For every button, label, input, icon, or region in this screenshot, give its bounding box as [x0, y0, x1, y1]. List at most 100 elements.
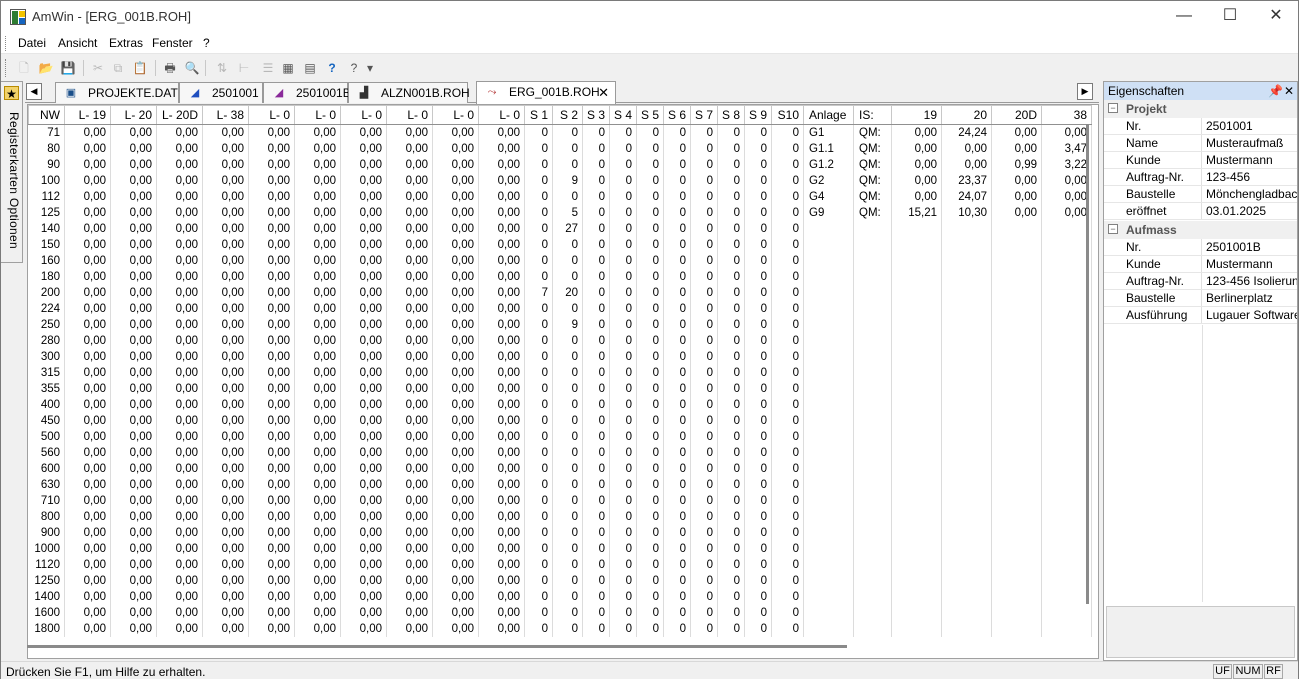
tree-icon[interactable]: ⊢: [235, 59, 253, 77]
table-row[interactable]: 224 0,00 0,00 0,00 0,00 0,00 0,00 0,00 0,00 0,00 0…: [28, 301, 1092, 317]
column-header[interactable]: 19: [891, 105, 942, 125]
vertical-scrollbar[interactable]: [1086, 124, 1089, 604]
table-row[interactable]: 80 0,00 0,00 0,00 0,00 0,00 0,00 0,00 0,00 0,00 0,…: [28, 141, 1092, 157]
table-row[interactable]: 180 0,00 0,00 0,00 0,00 0,00 0,00 0,00 0,00 0,00 0…: [28, 269, 1092, 285]
table-row[interactable]: 1250 0,00 0,00 0,00 0,00 0,00 0,00 0,00 0,00 0,00…: [28, 573, 1092, 589]
table-row[interactable]: 600 0,00 0,00 0,00 0,00 0,00 0,00 0,00 0,00 0,00 0…: [28, 461, 1092, 477]
property-row[interactable]: Baustelle Berlinerplatz: [1104, 290, 1297, 307]
folder-star-icon[interactable]: ★: [4, 86, 19, 101]
section-aufmass[interactable]: − Aufmass: [1104, 221, 1297, 239]
property-row[interactable]: Ausführung Lugauer Software: [1104, 307, 1297, 324]
column-header[interactable]: Anlage: [803, 105, 854, 125]
copy-icon[interactable]: ⧉: [109, 59, 127, 77]
section-projekt[interactable]: − Projekt: [1104, 100, 1297, 118]
close-tab-button[interactable]: ✕: [598, 83, 609, 102]
cut-icon[interactable]: ✂: [89, 59, 107, 77]
dropdown-arrow-icon[interactable]: ▾: [365, 59, 375, 77]
column-header[interactable]: L- 20D: [156, 105, 203, 125]
table-row[interactable]: 800 0,00 0,00 0,00 0,00 0,00 0,00 0,00 0,00 0,00 0…: [28, 509, 1092, 525]
grid-view-icon[interactable]: ▤: [301, 59, 319, 77]
column-header[interactable]: 38: [1041, 105, 1092, 125]
table-row[interactable]: 90 0,00 0,00 0,00 0,00 0,00 0,00 0,00 0,00 0,00 0,…: [28, 157, 1092, 173]
tab-2501001[interactable]: ◢ 2501001: [179, 82, 263, 103]
help-icon[interactable]: ?: [323, 59, 341, 77]
column-header[interactable]: L- 0: [386, 105, 433, 125]
table-row[interactable]: 71 0,00 0,00 0,00 0,00 0,00 0,00 0,00 0,00 0,00 0,…: [28, 124, 1092, 141]
list-icon[interactable]: ☰: [259, 59, 277, 77]
column-header[interactable]: L- 19: [64, 105, 111, 125]
paste-icon[interactable]: 📋: [131, 59, 149, 77]
property-row[interactable]: eröffnet 03.01.2025: [1104, 203, 1297, 220]
column-header[interactable]: L- 20: [110, 105, 157, 125]
new-file-icon[interactable]: 🗋: [15, 59, 33, 77]
column-header[interactable]: L- 0: [340, 105, 387, 125]
table-row[interactable]: 112 0,00 0,00 0,00 0,00 0,00 0,00 0,00 0,00 0,00 0…: [28, 189, 1092, 205]
column-header[interactable]: L- 0: [294, 105, 341, 125]
tab-alzn001b-roh[interactable]: ▟ ALZN001B.ROH: [348, 82, 470, 103]
table-row[interactable]: 1600 0,00 0,00 0,00 0,00 0,00 0,00 0,00 0,00 0,00…: [28, 605, 1092, 621]
table-row[interactable]: 400 0,00 0,00 0,00 0,00 0,00 0,00 0,00 0,00 0,00 0…: [28, 397, 1092, 413]
table-row[interactable]: 300 0,00 0,00 0,00 0,00 0,00 0,00 0,00 0,00 0,00 0…: [28, 349, 1092, 365]
column-header[interactable]: S 6: [663, 105, 691, 125]
title-bar[interactable]: AmWin - [ERG_001B.ROH] — ☐ ✕: [1, 1, 1298, 33]
column-header[interactable]: 20: [941, 105, 992, 125]
table-row[interactable]: 150 0,00 0,00 0,00 0,00 0,00 0,00 0,00 0,00 0,00 0…: [28, 237, 1092, 253]
property-row[interactable]: Baustelle Mönchengladbach: [1104, 186, 1297, 203]
table-icon[interactable]: ▦: [279, 59, 297, 77]
property-row[interactable]: Auftrag-Nr. 123-456: [1104, 169, 1297, 186]
table-row[interactable]: 560 0,00 0,00 0,00 0,00 0,00 0,00 0,00 0,00 0,00 0…: [28, 445, 1092, 461]
property-row[interactable]: Nr. 2501001B: [1104, 239, 1297, 256]
tab-2501001b[interactable]: ◢ 2501001B: [263, 82, 351, 103]
property-row[interactable]: Kunde Mustermann: [1104, 256, 1297, 273]
table-row[interactable]: 1800 0,00 0,00 0,00 0,00 0,00 0,00 0,00 0,00 0,00…: [28, 621, 1092, 637]
menu-extras[interactable]: Extras: [109, 36, 143, 50]
maximize-button[interactable]: ☐: [1207, 1, 1253, 33]
options-tab-label[interactable]: Registerkarten Optionen: [3, 112, 21, 262]
print-icon[interactable]: 🖶: [161, 59, 179, 77]
table-row[interactable]: 125 0,00 0,00 0,00 0,00 0,00 0,00 0,00 0,00 0,00 0…: [28, 205, 1092, 221]
table-row[interactable]: 140 0,00 0,00 0,00 0,00 0,00 0,00 0,00 0,00 0,00 0…: [28, 221, 1092, 237]
save-icon[interactable]: 💾: [59, 59, 77, 77]
horizontal-scrollbar[interactable]: [27, 645, 847, 648]
column-header[interactable]: IS:: [853, 105, 892, 125]
open-folder-icon[interactable]: 📂: [37, 59, 55, 77]
table-row[interactable]: 710 0,00 0,00 0,00 0,00 0,00 0,00 0,00 0,00 0,00 0…: [28, 493, 1092, 509]
tab-scroll-right-button[interactable]: ▶: [1077, 83, 1093, 100]
property-row[interactable]: Name Musteraufmaß: [1104, 135, 1297, 152]
tab-projekte-dat[interactable]: ▣ PROJEKTE.DAT: [55, 82, 179, 103]
menu-help[interactable]: ?: [203, 36, 210, 50]
column-header[interactable]: S 1: [524, 105, 553, 125]
options-tab-strip[interactable]: ★ Registerkarten Optionen: [1, 81, 23, 263]
table-row[interactable]: 250 0,00 0,00 0,00 0,00 0,00 0,00 0,00 0,00 0,00 0…: [28, 317, 1092, 333]
table-row[interactable]: 100 0,00 0,00 0,00 0,00 0,00 0,00 0,00 0,00 0,00 0…: [28, 173, 1092, 189]
column-header[interactable]: NW: [28, 105, 65, 125]
table-row[interactable]: 1120 0,00 0,00 0,00 0,00 0,00 0,00 0,00 0,00 0,00…: [28, 557, 1092, 573]
table-row[interactable]: 900 0,00 0,00 0,00 0,00 0,00 0,00 0,00 0,00 0,00 0…: [28, 525, 1092, 541]
column-header[interactable]: L- 38: [202, 105, 249, 125]
column-header[interactable]: S 2: [552, 105, 583, 125]
column-header[interactable]: S 7: [690, 105, 718, 125]
column-header[interactable]: S 5: [636, 105, 664, 125]
menu-fenster[interactable]: Fenster: [152, 36, 193, 50]
column-header[interactable]: L- 0: [432, 105, 479, 125]
collapse-icon[interactable]: −: [1108, 224, 1118, 234]
close-window-button[interactable]: ✕: [1253, 1, 1299, 33]
table-row[interactable]: 355 0,00 0,00 0,00 0,00 0,00 0,00 0,00 0,00 0,00 0…: [28, 381, 1092, 397]
table-row[interactable]: 200 0,00 0,00 0,00 0,00 0,00 0,00 0,00 0,00 0,00 0…: [28, 285, 1092, 301]
menu-ansicht[interactable]: Ansicht: [58, 36, 97, 50]
tab-scroll-left-button[interactable]: ◀: [26, 83, 42, 100]
tab-erg-001b-roh[interactable]: ⤳ ERG_001B.ROH ✕: [476, 81, 616, 104]
table-row[interactable]: 1400 0,00 0,00 0,00 0,00 0,00 0,00 0,00 0,00 0,00…: [28, 589, 1092, 605]
table-row[interactable]: 1000 0,00 0,00 0,00 0,00 0,00 0,00 0,00 0,00 0,00…: [28, 541, 1092, 557]
collapse-icon[interactable]: −: [1108, 103, 1118, 113]
property-row[interactable]: Auftrag-Nr. 123-456 Isolierung: [1104, 273, 1297, 290]
close-panel-button[interactable]: ✕: [1284, 82, 1294, 100]
column-header[interactable]: S 4: [609, 105, 637, 125]
property-row[interactable]: Kunde Mustermann: [1104, 152, 1297, 169]
toolbar-grip[interactable]: [5, 59, 7, 77]
column-header[interactable]: 20D: [991, 105, 1042, 125]
column-header[interactable]: S 3: [582, 105, 610, 125]
menu-grip[interactable]: [5, 36, 7, 51]
table-row[interactable]: 315 0,00 0,00 0,00 0,00 0,00 0,00 0,00 0,00 0,00 0…: [28, 365, 1092, 381]
print-preview-icon[interactable]: 🔍: [183, 59, 201, 77]
